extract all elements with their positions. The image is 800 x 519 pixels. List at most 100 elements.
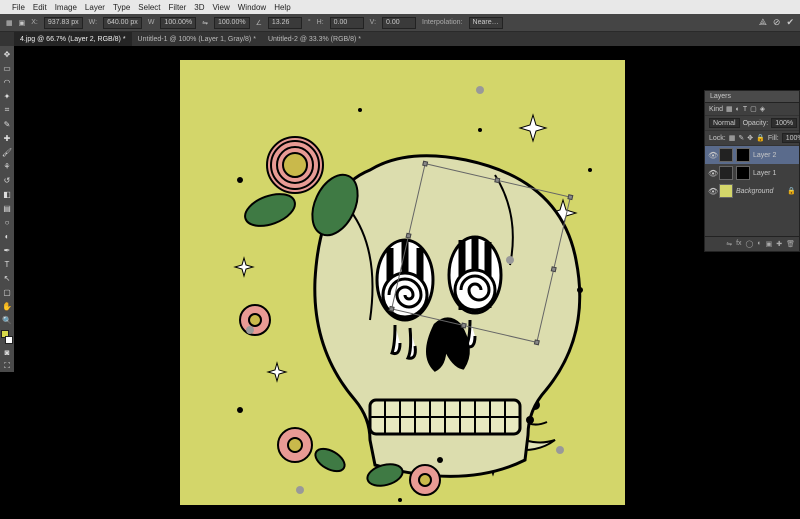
new-group-icon[interactable]: ▣ (766, 240, 773, 248)
crop-tool-icon[interactable]: ⌗ (1, 104, 13, 116)
angle-field[interactable]: 13.26 (268, 17, 302, 29)
layer-row[interactable]: 👁 Layer 1 (705, 164, 799, 182)
document-tabs: 4.jpg @ 66.7% (Layer 2, RGB/8) * Untitle… (0, 32, 800, 46)
magic-wand-tool-icon[interactable]: ✦ (1, 90, 13, 102)
menu-filter[interactable]: Filter (169, 3, 187, 12)
background-color-swatch[interactable] (5, 336, 13, 344)
apple-menubar: File Edit Image Layer Type Select Filter… (0, 0, 800, 14)
layer-thumbnail[interactable] (719, 166, 733, 180)
move-tool-icon[interactable]: ✥ (1, 48, 13, 60)
link-layers-icon[interactable]: ⇋ (726, 240, 732, 248)
y-field[interactable]: 640.00 px (103, 17, 142, 29)
hand-tool-icon[interactable]: ✋ (1, 300, 13, 312)
marquee-tool-icon[interactable]: ▭ (1, 62, 13, 74)
lock-label: Lock: (709, 135, 726, 142)
warp-icon[interactable]: ⟁ (759, 17, 767, 28)
toolbox: ✥ ▭ ◠ ✦ ⌗ ✎ ✚ 🖌 ⚘ ↺ ◧ ▤ ○ ◐ ✒ T ↖ ▢ ✋ 🔍 … (0, 46, 14, 372)
lock-pos-icon[interactable]: ✥ (747, 134, 753, 142)
visibility-icon[interactable]: 👁 (708, 187, 716, 196)
eraser-tool-icon[interactable]: ◧ (1, 188, 13, 200)
x-field[interactable]: 937.83 px (44, 17, 83, 29)
lock-trans-icon[interactable]: ▦ (729, 134, 736, 142)
options-bar: ▦ ▣ X: 937.83 px W: 640.00 px W 100.00% … (0, 14, 800, 32)
mask-thumbnail[interactable] (736, 166, 750, 180)
deg-label: ° (308, 19, 311, 26)
menu-view[interactable]: View (213, 3, 230, 12)
blur-tool-icon[interactable]: ○ (1, 216, 13, 228)
new-adjustment-icon[interactable]: ◐ (757, 240, 761, 248)
commit-transform-icon[interactable]: ✔ (786, 17, 794, 28)
visibility-icon[interactable]: 👁 (708, 151, 716, 160)
blend-mode-select[interactable]: Normal (709, 118, 740, 128)
stamp-tool-icon[interactable]: ⚘ (1, 160, 13, 172)
opacity-label: Opacity: (743, 120, 769, 127)
document-tab-3[interactable]: Untitled-2 @ 33.3% (RGB/8) * (262, 32, 367, 46)
w-label: W (148, 19, 155, 26)
menu-layer[interactable]: Layer (85, 3, 105, 12)
layer-name[interactable]: Layer 2 (753, 152, 776, 159)
layer-name[interactable]: Layer 1 (753, 170, 776, 177)
h-field[interactable]: 100.00% (214, 17, 250, 29)
type-tool-icon[interactable]: T (1, 258, 13, 270)
layer-name[interactable]: Background (736, 188, 773, 195)
history-brush-tool-icon[interactable]: ↺ (1, 174, 13, 186)
menu-file[interactable]: File (12, 3, 25, 12)
link-icon[interactable]: ⇋ (202, 19, 208, 27)
screenmode-icon[interactable]: ⛶ (1, 360, 13, 372)
delete-layer-icon[interactable]: 🗑 (786, 240, 795, 248)
lasso-tool-icon[interactable]: ◠ (1, 76, 13, 88)
pen-tool-icon[interactable]: ✒ (1, 244, 13, 256)
path-tool-icon[interactable]: ↖ (1, 272, 13, 284)
healing-tool-icon[interactable]: ✚ (1, 132, 13, 144)
dodge-tool-icon[interactable]: ◐ (1, 230, 13, 242)
y-label: W: (89, 19, 97, 26)
reference-point-icon[interactable]: ▣ (19, 19, 26, 27)
lock-all-icon[interactable]: 🔒 (756, 134, 765, 142)
document-canvas[interactable] (180, 60, 625, 505)
layer-fx-icon[interactable]: fx (736, 240, 741, 248)
lock-icon: 🔒 (787, 187, 796, 195)
gradient-tool-icon[interactable]: ▤ (1, 202, 13, 214)
interp-field[interactable]: Neare… (469, 17, 503, 29)
document-tab-2[interactable]: Untitled-1 @ 100% (Layer 1, Gray/8) * (132, 32, 262, 46)
layer-row[interactable]: 👁 Background 🔒 (705, 182, 799, 200)
mask-thumbnail[interactable] (736, 148, 750, 162)
skew-h-label: H: (317, 19, 324, 26)
canvas-area[interactable] (180, 60, 625, 505)
cancel-transform-icon[interactable]: ⊘ (773, 17, 781, 28)
menu-select[interactable]: Select (138, 3, 160, 12)
color-swatches[interactable] (1, 330, 13, 344)
document-tab-1[interactable]: 4.jpg @ 66.7% (Layer 2, RGB/8) * (14, 32, 132, 46)
w-field[interactable]: 100.00% (160, 17, 196, 29)
filter-pixel-icon[interactable]: ▦ (726, 105, 733, 113)
skew-v-label: V: (370, 19, 376, 26)
layer-thumbnail[interactable] (719, 184, 733, 198)
eyedropper-tool-icon[interactable]: ✎ (1, 118, 13, 130)
lock-paint-icon[interactable]: ✎ (738, 134, 744, 142)
menu-help[interactable]: Help (274, 3, 290, 12)
menu-3d[interactable]: 3D (194, 3, 204, 12)
filter-shape-icon[interactable]: ▢ (750, 105, 757, 113)
visibility-icon[interactable]: 👁 (708, 169, 716, 178)
opacity-field[interactable]: 100% (771, 118, 797, 128)
menu-edit[interactable]: Edit (33, 3, 47, 12)
skew-v-field[interactable]: 0.00 (382, 17, 416, 29)
new-layer-icon[interactable]: ✚ (776, 240, 782, 248)
filter-type-icon[interactable]: T (743, 106, 747, 113)
shape-tool-icon[interactable]: ▢ (1, 286, 13, 298)
layer-thumbnail[interactable] (719, 148, 733, 162)
filter-adjust-icon[interactable]: ◐ (736, 106, 740, 113)
zoom-tool-icon[interactable]: 🔍 (1, 314, 13, 326)
layers-panel-tab[interactable]: Layers (705, 91, 799, 103)
add-mask-icon[interactable]: ◯ (746, 240, 754, 248)
quickmask-icon[interactable]: ◙ (1, 346, 13, 358)
menu-window[interactable]: Window (238, 3, 266, 12)
fill-field[interactable]: 100% (782, 133, 800, 143)
brush-tool-icon[interactable]: 🖌 (1, 146, 13, 158)
filter-smart-icon[interactable]: ◈ (760, 105, 765, 113)
skew-h-field[interactable]: 0.00 (330, 17, 364, 29)
tool-preset-icon[interactable]: ▦ (6, 19, 13, 27)
menu-image[interactable]: Image (55, 3, 77, 12)
layer-row[interactable]: 👁 Layer 2 (705, 146, 799, 164)
menu-type[interactable]: Type (113, 3, 130, 12)
